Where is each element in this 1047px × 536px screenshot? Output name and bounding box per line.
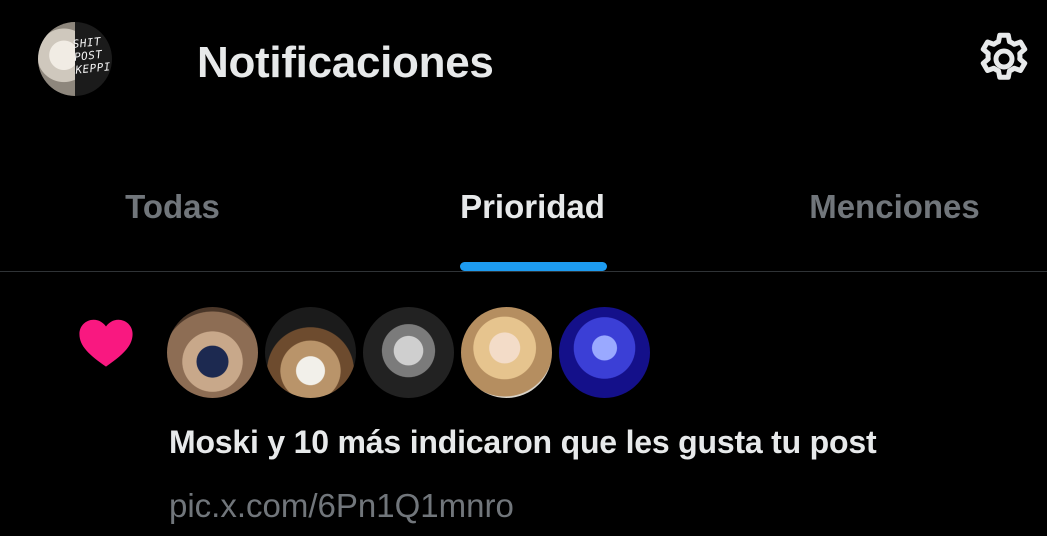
notification-tabs: Todas Prioridad Menciones bbox=[0, 150, 1047, 272]
tab-todas[interactable]: Todas bbox=[0, 150, 345, 272]
top-bar: SHIT POST KEPPI Notificaciones bbox=[0, 0, 1047, 125]
liker-avatar[interactable] bbox=[461, 307, 552, 398]
active-tab-indicator bbox=[460, 262, 607, 271]
settings-button[interactable] bbox=[972, 27, 1036, 91]
notification-text: Moski y 10 más indicaron que les gusta t… bbox=[169, 424, 877, 460]
tab-prioridad[interactable]: Prioridad bbox=[358, 150, 707, 272]
avatar-text: SHIT POST KEPPI bbox=[72, 35, 112, 77]
liker-avatar[interactable] bbox=[559, 307, 650, 398]
liker-avatar[interactable] bbox=[167, 307, 258, 398]
gear-icon bbox=[980, 32, 1028, 80]
liker-avatar[interactable] bbox=[265, 307, 356, 398]
profile-avatar[interactable]: SHIT POST KEPPI bbox=[38, 22, 112, 96]
tab-label: Menciones bbox=[809, 188, 980, 225]
like-notification[interactable]: Moski y 10 más indicaron que les gusta t… bbox=[0, 272, 1047, 536]
tab-menciones[interactable]: Menciones bbox=[720, 150, 1047, 272]
tab-label: Prioridad bbox=[460, 188, 605, 225]
post-link[interactable]: pic.x.com/6Pn1Q1mnro bbox=[169, 487, 514, 525]
heart-icon bbox=[79, 319, 133, 367]
avatar-photo bbox=[38, 22, 75, 96]
page-title: Notificaciones bbox=[197, 38, 494, 87]
liker-avatar[interactable] bbox=[363, 307, 454, 398]
tab-label: Todas bbox=[125, 188, 220, 225]
notifications-screen: SHIT POST KEPPI Notificaciones Todas Pri… bbox=[0, 0, 1047, 536]
